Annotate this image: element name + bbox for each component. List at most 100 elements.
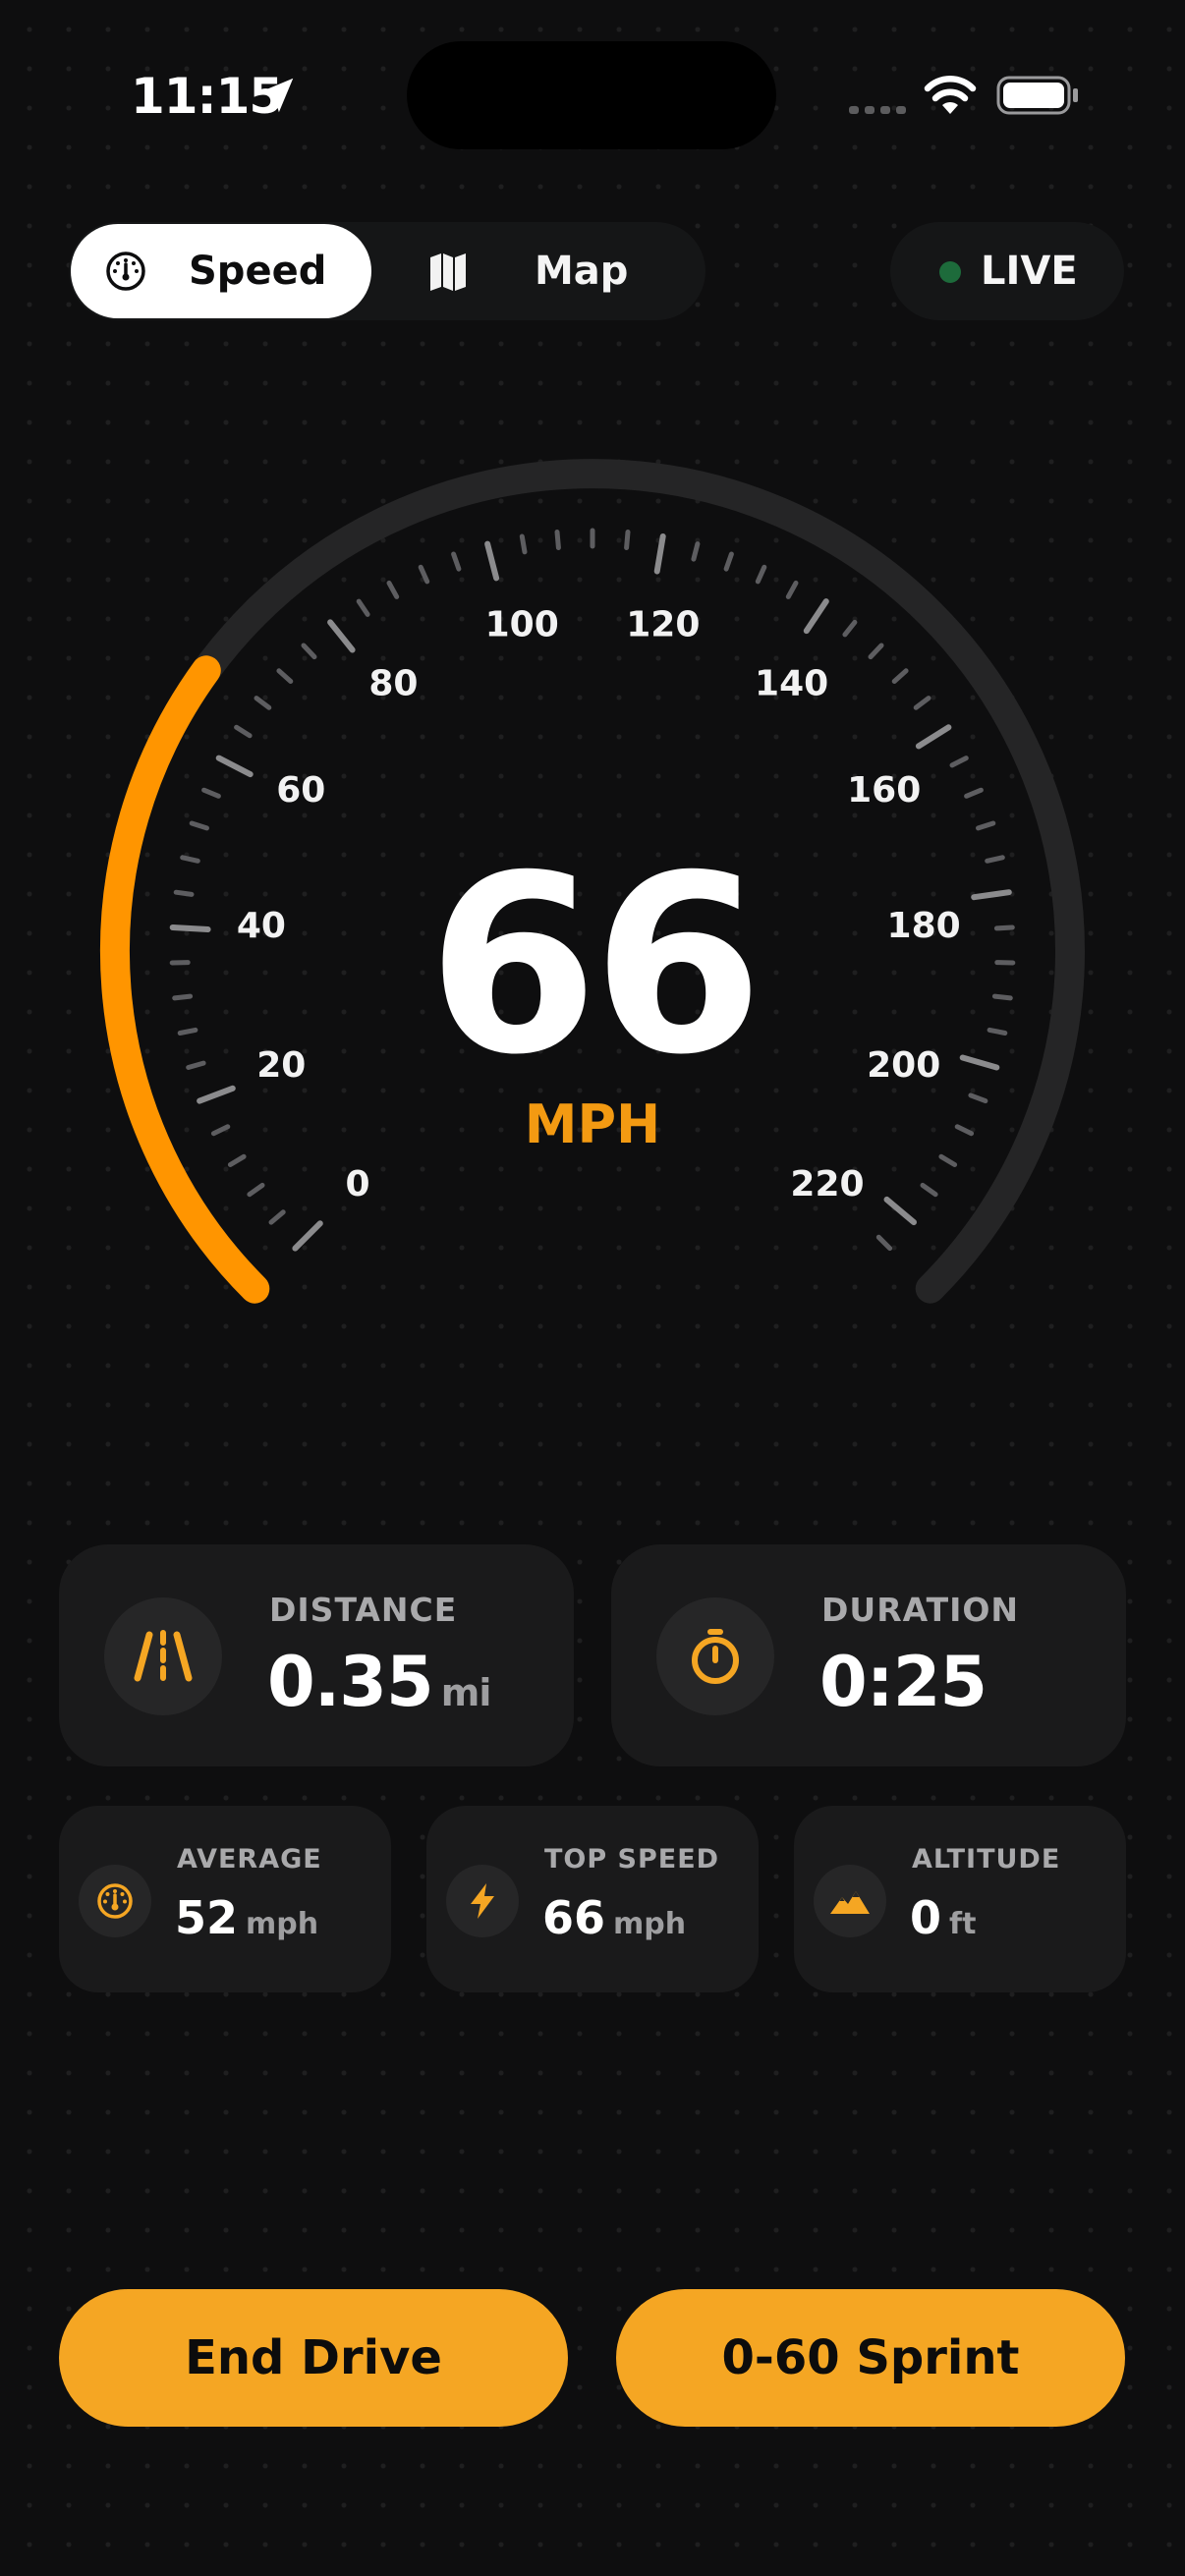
gauge-minor-tick [920, 1182, 938, 1198]
gauge-minor-tick [964, 787, 984, 799]
gauge-minor-tick [247, 1182, 265, 1198]
tick-label-180: 180 [887, 906, 961, 946]
gauge-minor-tick [785, 580, 799, 599]
gauge-major-tick [959, 1054, 1000, 1071]
gauge-minor-tick [987, 1027, 1008, 1036]
gauge-minor-tick [234, 724, 253, 739]
stopwatch-icon [692, 1629, 739, 1684]
gauge-minor-tick [968, 1092, 988, 1104]
average-value: 52 [175, 1891, 239, 1944]
top-speed-card: TOP SPEED 66 mph [426, 1806, 759, 1992]
gauge-minor-tick [875, 1234, 893, 1252]
average-value-row: 52 mph [175, 1888, 318, 1954]
sprint-button[interactable]: 0-60 Sprint [616, 2289, 1125, 2427]
gauge-minor-tick [868, 643, 884, 660]
gauge-minor-tick [173, 889, 195, 897]
gauge-minor-tick [954, 1124, 975, 1137]
tick-label-100: 100 [485, 605, 559, 645]
gauge-major-tick [169, 924, 211, 932]
gauge-minor-tick [201, 787, 221, 799]
gauge-minor-tick [268, 1209, 286, 1225]
speedometer-gauge: 0 20 40 60 80 100 120 140 160 180 200 22… [99, 459, 1085, 1304]
altitude-title: ALTITUDE [912, 1844, 1061, 1875]
distance-value-row: 0.35 mi [267, 1639, 492, 1736]
altitude-value: 0 [910, 1891, 942, 1944]
tick-label-40: 40 [237, 906, 286, 946]
gauge-minor-tick [554, 530, 561, 550]
gauge-icon [97, 1883, 133, 1919]
gauge-minor-tick [180, 855, 200, 864]
tick-label-0: 0 [345, 1164, 369, 1204]
duration-value: 0:25 [819, 1642, 988, 1722]
top-speed-value-row: 66 mph [542, 1888, 686, 1954]
gauge-minor-tick [913, 696, 931, 710]
gauge-minor-tick [189, 820, 209, 831]
gauge-minor-tick [976, 820, 996, 831]
gauge-minor-tick [691, 541, 701, 562]
gauge-minor-tick [276, 668, 294, 684]
gauge-minor-tick [938, 1153, 958, 1167]
gauge-major-tick [653, 533, 666, 575]
tick-label-140: 140 [755, 663, 828, 703]
average-title: AVERAGE [177, 1844, 322, 1875]
tick-label-60: 60 [276, 770, 325, 811]
tick-label-80: 80 [368, 663, 418, 703]
distance-card: DISTANCE 0.35 mi [59, 1544, 574, 1766]
duration-icon-badge [656, 1597, 774, 1715]
average-unit: mph [246, 1907, 319, 1941]
gauge-minor-tick [227, 1153, 247, 1167]
gauge-minor-tick [755, 564, 767, 585]
gauge-major-tick [197, 1085, 236, 1104]
road-icon [134, 1630, 193, 1682]
gauge-major-tick [803, 598, 829, 635]
gauge-minor-tick [451, 551, 462, 572]
gauge-minor-tick [418, 564, 430, 585]
gauge-minor-tick [186, 1060, 206, 1070]
top-speed-unit: mph [613, 1907, 687, 1941]
gauge-minor-tick [949, 756, 969, 768]
current-speed-value: 66 [427, 822, 763, 1108]
gauge-minor-tick [356, 598, 370, 617]
distance-value: 0.35 [267, 1642, 434, 1722]
altitude-card: ALTITUDE 0 ft [794, 1806, 1126, 1992]
gauge-major-tick [883, 1196, 917, 1226]
distance-unit: mi [440, 1671, 492, 1714]
gauge-minor-tick [985, 855, 1005, 864]
gauge-minor-tick [177, 1027, 198, 1036]
gauge-minor-tick [891, 668, 909, 684]
speedometer-screen: 11:15 Speed Map LIVE 0 20 40 60 80 100 1… [0, 0, 1185, 2576]
average-icon-badge [79, 1865, 151, 1937]
gauge-minor-tick [172, 993, 194, 1001]
gauge-major-tick [292, 1220, 323, 1252]
gauge-major-tick [484, 540, 500, 582]
gauge-major-tick [971, 889, 1012, 901]
tick-label-120: 120 [626, 605, 700, 645]
altitude-unit: ft [949, 1907, 977, 1941]
top-speed-value: 66 [542, 1891, 606, 1944]
distance-icon-badge [104, 1597, 222, 1715]
duration-title: DURATION [821, 1591, 1020, 1629]
gauge-minor-tick [842, 619, 858, 638]
altitude-icon-badge [814, 1865, 886, 1937]
gauge-minor-tick [301, 643, 317, 660]
gauge-minor-tick [991, 993, 1013, 1001]
gauge-minor-tick [254, 696, 272, 710]
altitude-value-row: 0 ft [910, 1888, 976, 1954]
top-speed-icon-badge [446, 1865, 519, 1937]
gauge-minor-tick [519, 533, 528, 555]
gauge-minor-tick [993, 924, 1015, 931]
gauge-minor-tick [723, 551, 734, 572]
average-card: AVERAGE 52 mph [59, 1806, 391, 1992]
end-drive-button[interactable]: End Drive [59, 2289, 568, 2427]
distance-title: DISTANCE [269, 1591, 458, 1629]
gauge-major-tick [915, 724, 952, 750]
top-speed-title: TOP SPEED [544, 1844, 720, 1875]
gauge-minor-tick [210, 1124, 231, 1137]
speed-unit-label: MPH [524, 1093, 661, 1155]
gauge-minor-tick [386, 580, 400, 599]
gauge-major-tick [327, 619, 356, 653]
tick-label-160: 160 [847, 770, 921, 811]
mountains-icon [830, 1891, 870, 1914]
duration-card: DURATION 0:25 [611, 1544, 1126, 1766]
lightning-icon [471, 1883, 494, 1919]
